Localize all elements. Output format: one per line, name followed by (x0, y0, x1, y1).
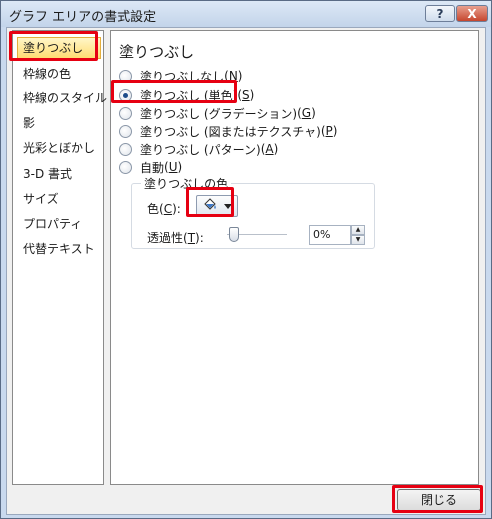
transparency-slider-thumb[interactable] (229, 227, 239, 242)
nav-item-size[interactable]: サイズ (17, 188, 101, 210)
option-no-fill[interactable]: 塗りつぶしなし(N) (119, 67, 242, 85)
option-pattern-fill[interactable]: 塗りつぶし (パターン)(A) (119, 140, 278, 158)
transparency-label-text: 透過性 (147, 231, 184, 245)
option-gradient-fill[interactable]: 塗りつぶし (グラデーション)(G) (119, 104, 316, 122)
help-icon: ? (436, 6, 444, 21)
radio-picture-texture-fill[interactable] (119, 124, 132, 138)
option-label: 自動 (140, 160, 165, 175)
nav-item-glow-soft-edges[interactable]: 光彩とぼかし (17, 137, 101, 159)
title-bar: グラフ エリアの書式設定 ? X (1, 1, 491, 27)
access-key: G (301, 106, 312, 120)
nav-item-alt-text[interactable]: 代替テキスト (17, 238, 101, 260)
color-label-text: 色 (147, 202, 160, 216)
option-picture-texture-fill[interactable]: 塗りつぶし (図またはテクスチャ)(P) (119, 122, 337, 140)
radio-gradient-fill[interactable] (119, 106, 132, 120)
radio-automatic[interactable] (119, 160, 132, 174)
fill-panel: 塗りつぶし 塗りつぶしなし(N) 塗りつぶし (単色)(S) 塗りつぶし (グラ… (110, 30, 479, 485)
access-key: C (163, 202, 173, 216)
help-button[interactable]: ? (425, 5, 455, 22)
access-key: N (228, 69, 238, 83)
panel-title: 塗りつぶし (119, 43, 195, 61)
access-key: T (187, 231, 196, 245)
window-close-button[interactable]: X (456, 5, 488, 22)
access-key: A (265, 142, 274, 156)
option-solid-fill[interactable]: 塗りつぶし (単色)(S) (119, 86, 254, 104)
format-chart-area-dialog: グラフ エリアの書式設定 ? X 塗りつぶし 枠線の色 枠線のスタイル 影 光彩… (0, 0, 492, 519)
option-label: 塗りつぶし (単色) (140, 88, 238, 103)
nav-item-line-style[interactable]: 枠線のスタイル (17, 87, 107, 109)
nav-item-properties[interactable]: プロパティ (17, 213, 101, 235)
fill-color-group-title: 塗りつぶしの色 (141, 175, 232, 192)
category-list: 塗りつぶし 枠線の色 枠線のスタイル 影 光彩とぼかし 3-D 書式 サイズ プ… (12, 30, 107, 485)
spin-down-button[interactable]: ▼ (351, 235, 365, 245)
fill-color-button[interactable] (196, 195, 238, 217)
close-button[interactable]: 閉じる (397, 489, 481, 511)
radio-solid-fill[interactable] (119, 88, 132, 102)
chevron-down-icon (223, 199, 232, 213)
close-icon: X (467, 6, 477, 21)
option-automatic[interactable]: 自動(U) (119, 158, 182, 176)
dialog-title: グラフ エリアの書式設定 (9, 10, 157, 25)
radio-pattern-fill[interactable] (119, 142, 132, 156)
option-label: 塗りつぶし (グラデーション) (140, 106, 298, 121)
option-label: 塗りつぶし (図またはテクスチャ) (140, 124, 321, 139)
paint-bucket-icon (202, 197, 218, 216)
option-label: 塗りつぶし (パターン) (140, 142, 261, 157)
dialog-body: 塗りつぶし 枠線の色 枠線のスタイル 影 光彩とぼかし 3-D 書式 サイズ プ… (6, 27, 486, 515)
transparency-label: 透過性(T): (147, 231, 204, 245)
transparency-input[interactable]: 0% (309, 225, 351, 245)
nav-item-3d-format[interactable]: 3-D 書式 (17, 163, 101, 185)
spin-up-button[interactable]: ▲ (351, 225, 365, 235)
color-label: 色(C): (147, 202, 181, 216)
option-label: 塗りつぶしなし (140, 69, 225, 84)
access-key: S (242, 88, 250, 102)
nav-item-shadow[interactable]: 影 (17, 112, 101, 134)
radio-no-fill[interactable] (119, 69, 132, 83)
nav-item-line-color[interactable]: 枠線の色 (17, 63, 101, 85)
access-key: P (325, 124, 333, 138)
nav-item-fill[interactable]: 塗りつぶし (17, 37, 101, 59)
access-key: U (168, 160, 178, 174)
